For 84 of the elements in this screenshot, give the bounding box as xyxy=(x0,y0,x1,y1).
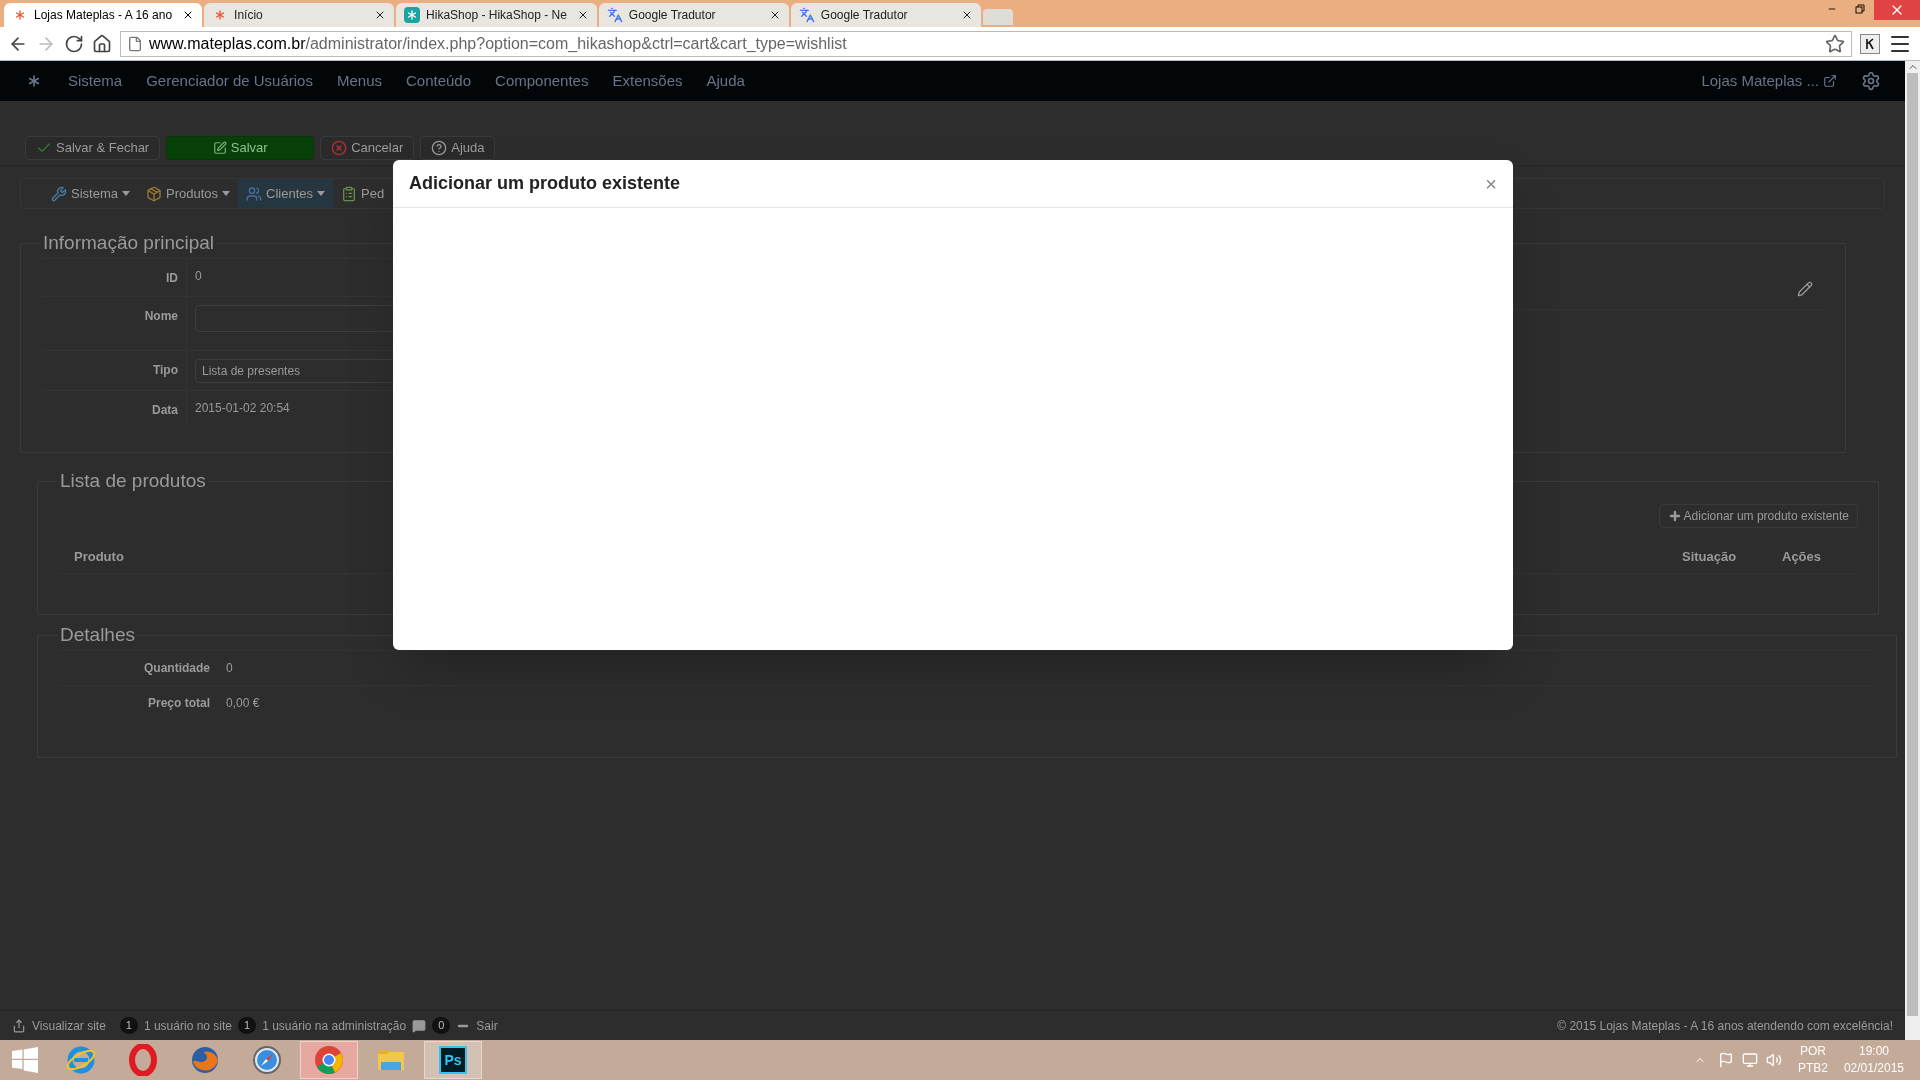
field-label: Quantidade xyxy=(143,659,211,677)
admin-menu-item[interactable]: Ajuda xyxy=(706,69,745,93)
letter-o-icon xyxy=(127,1044,159,1076)
submenu-tab[interactable]: Produtos xyxy=(137,179,238,208)
bookmark-star-icon[interactable] xyxy=(1825,33,1845,54)
browser-tab[interactable]: Google Tradutor xyxy=(790,3,981,27)
clipboard-icon xyxy=(341,185,357,202)
submenu-tab[interactable]: Sistema xyxy=(43,179,138,208)
field-label: Preço total xyxy=(147,694,211,712)
app-logo: Ps xyxy=(439,1046,467,1074)
taskbar-app[interactable]: Ps xyxy=(424,1041,482,1079)
field-value: 0,00 € xyxy=(225,694,260,712)
modal-title: Adicionar um produto existente xyxy=(409,172,681,195)
browser-e-icon xyxy=(65,1044,97,1076)
browser-tab[interactable]: Google Tradutor xyxy=(598,3,789,27)
fox-globe-icon xyxy=(189,1044,221,1076)
field-label: Data xyxy=(151,401,179,419)
home-icon[interactable] xyxy=(92,33,112,54)
field-label: Nome xyxy=(143,307,179,325)
caret-icon xyxy=(121,191,130,196)
scrollbar[interactable] xyxy=(1905,61,1920,1040)
taskbar-app[interactable] xyxy=(300,1041,358,1079)
share-icon[interactable] xyxy=(12,1018,26,1033)
external-link-icon xyxy=(1823,74,1837,88)
edit-icon xyxy=(212,141,227,155)
browser-tab[interactable]: HikaShop - HikaShop - Ne xyxy=(396,3,597,27)
add-product-button[interactable]: Adicionar um produto existente xyxy=(1658,503,1858,528)
caret-icon xyxy=(222,191,230,196)
browser-tab[interactable]: Início xyxy=(204,3,395,27)
field-label: Tipo xyxy=(151,361,179,379)
chrome-logo-icon xyxy=(313,1044,345,1076)
save-button[interactable]: Salvar xyxy=(166,136,315,160)
message-icon xyxy=(412,1018,427,1033)
extension-icon[interactable] xyxy=(1860,33,1880,54)
count-badge: 0 xyxy=(432,1017,451,1034)
caret-icon xyxy=(317,191,325,196)
reload-icon[interactable] xyxy=(64,33,84,54)
address-bar[interactable]: www.mateplas.com.br/administrator/index.php?option=com_hikashop&ctrl=cart&cart_type=wishlist xyxy=(120,30,1852,57)
help-icon xyxy=(431,140,448,156)
start-icon[interactable] xyxy=(12,1047,38,1073)
column-header: Ações xyxy=(1782,548,1823,567)
admin-menu-item[interactable]: Menus xyxy=(336,69,382,93)
compass-icon xyxy=(251,1044,283,1076)
page-icon xyxy=(127,35,143,52)
status-text: 1 usuário no site xyxy=(143,1017,232,1035)
section-title: Lista de produtos xyxy=(59,469,207,493)
admin-menu-item[interactable]: Extensões xyxy=(612,69,683,93)
column-header: Produto xyxy=(74,548,125,567)
translate-icon xyxy=(798,7,815,23)
view-site-link[interactable]: Visualizar site xyxy=(32,1016,106,1035)
settings-icon[interactable] xyxy=(1861,71,1881,91)
field-value: 0 xyxy=(225,659,233,677)
section-title: Informação principal xyxy=(42,231,216,255)
status-text: 1 usuário na administração xyxy=(262,1017,407,1035)
admin-menu-item[interactable]: Sistema xyxy=(68,69,123,93)
submenu-tab[interactable]: Ped xyxy=(333,179,393,208)
toolbar-button[interactable]: Salvar & Fechar xyxy=(25,136,161,160)
snowflake-icon xyxy=(404,7,421,23)
copyright-text: © 2015 Lojas Mateplas - A 16 anos atendendo com excelência! xyxy=(1557,1017,1893,1035)
close-button[interactable]: × xyxy=(1485,173,1497,194)
browser-tab[interactable]: Lojas Mateplas - A 16 ano xyxy=(4,3,203,27)
wrench-icon xyxy=(51,185,67,202)
field-value: 2015-01-02 20:54 xyxy=(195,400,290,415)
edit-icon[interactable] xyxy=(1797,281,1813,297)
section-title: Detalhes xyxy=(59,623,136,647)
toolbar-button[interactable]: Ajuda xyxy=(420,136,496,160)
site-link[interactable]: Lojas Mateplas ... xyxy=(1701,69,1819,93)
users-icon xyxy=(246,185,262,202)
toolbar-button[interactable]: Cancelar xyxy=(320,136,415,160)
column-header: Situação xyxy=(1682,548,1738,567)
logout-link[interactable]: Sair xyxy=(476,1016,498,1035)
url-text: www.mateplas.com.br/administrator/index.php?option=com_hikashop&ctrl=cart&cart_type=wishlist xyxy=(149,33,847,54)
box-icon xyxy=(145,185,162,202)
field-label: ID xyxy=(165,269,179,287)
submenu-tab[interactable]: Clientes xyxy=(238,179,333,208)
cancel-icon xyxy=(331,140,348,156)
translate-icon xyxy=(606,7,623,23)
field-value: 0 xyxy=(195,268,202,283)
plus-icon xyxy=(1667,508,1682,523)
count-badge: 1 xyxy=(119,1017,138,1034)
admin-menu-item[interactable]: Componentes xyxy=(495,69,589,93)
count-badge: 1 xyxy=(238,1017,257,1034)
admin-menu-item[interactable]: Gerenciador de Usuários xyxy=(146,69,313,93)
admin-menu-item[interactable]: Conteúdo xyxy=(406,69,472,93)
